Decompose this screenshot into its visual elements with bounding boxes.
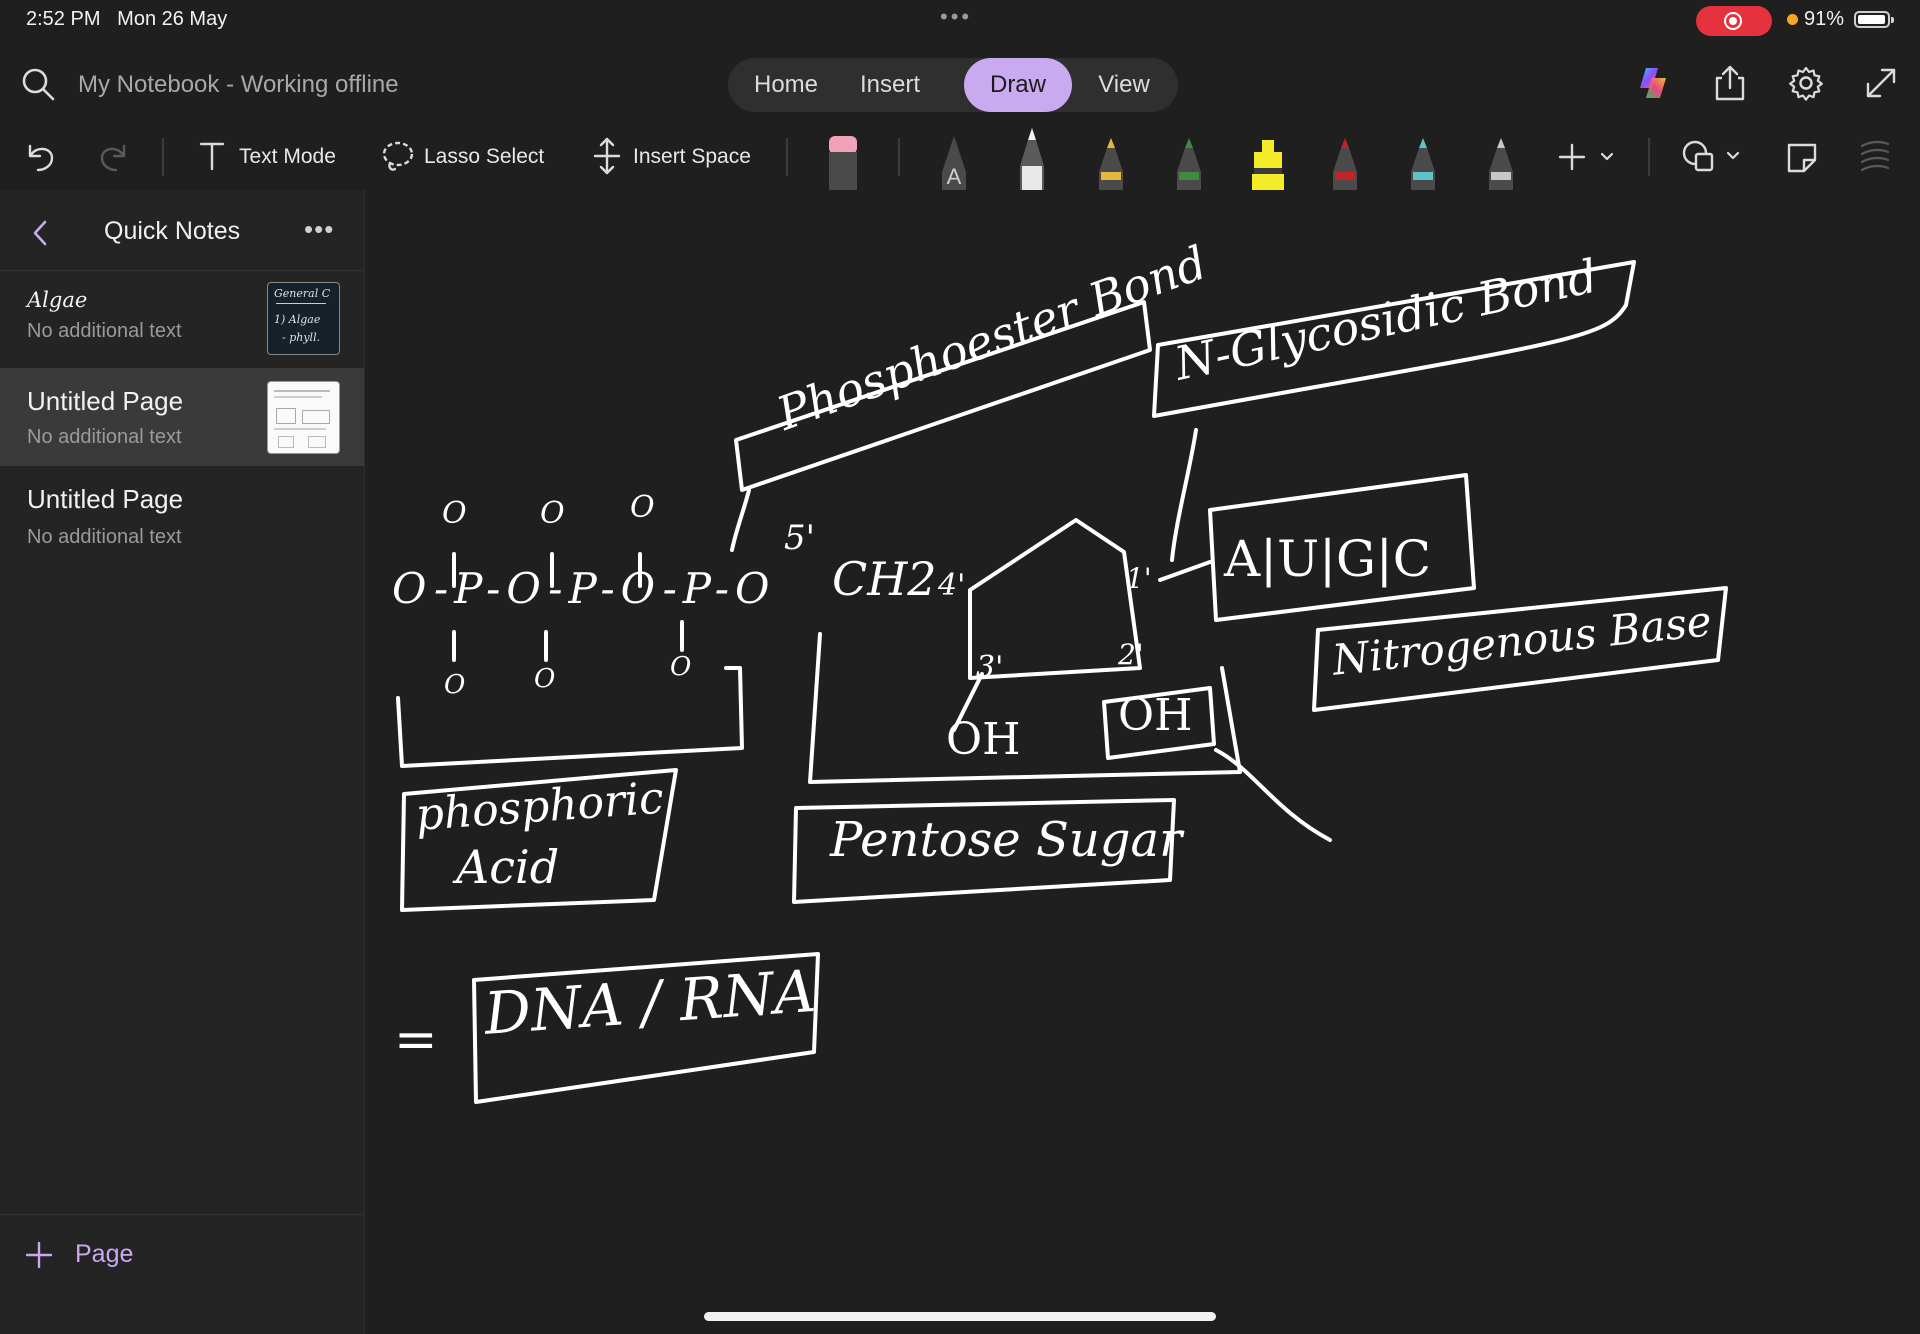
pen-red-icon[interactable] [1328, 136, 1362, 190]
status-time: 2:52 PM Mon 26 May [26, 8, 227, 31]
thumb-text: 1) Algae [274, 313, 321, 326]
highlighter-yellow-icon[interactable] [1248, 138, 1288, 190]
insert-space-button[interactable]: Insert Space [633, 145, 751, 169]
redo-icon[interactable] [96, 140, 132, 174]
ink-text-pentose: Pentose Sugar [830, 812, 1183, 868]
date: Mon 26 May [117, 8, 228, 30]
pen-white-icon[interactable] [1014, 126, 1050, 190]
ink-top-oxygen: O [630, 490, 655, 525]
back-chevron-icon[interactable] [30, 218, 50, 248]
drawing-canvas[interactable]: Phosphoester Bond N-Glycosidic Bond A|U|… [364, 190, 1920, 1334]
add-page-plus-icon[interactable] [24, 1240, 54, 1270]
ink-pointer [1170, 428, 1198, 562]
sticky-note-icon[interactable] [1784, 140, 1820, 176]
tab-home[interactable]: Home [736, 58, 836, 112]
divider [0, 1214, 364, 1215]
page-item-algae[interactable]: Algae No additional text General C 1) Al… [0, 270, 364, 368]
tab-view[interactable]: View [1074, 58, 1174, 112]
page-subtitle: No additional text [27, 526, 182, 548]
time: 2:52 PM [26, 8, 101, 30]
toolbar-separator [898, 138, 900, 176]
tab-draw[interactable]: Draw [964, 58, 1072, 112]
ink-top-oxygen: O [442, 496, 467, 531]
ink-oh-right: OH [1118, 690, 1193, 741]
section-title: Quick Notes [104, 217, 241, 245]
mic-indicator-icon [1787, 14, 1798, 25]
add-pen-icon[interactable] [1556, 142, 1618, 172]
svg-text:A: A [947, 164, 962, 189]
toolbar-separator [786, 138, 788, 176]
ink-bottom-oxygen: O [670, 652, 692, 682]
battery-icon [1854, 11, 1894, 28]
ink-text-acid: Acid [456, 840, 560, 894]
search-icon[interactable] [20, 66, 56, 102]
toolbar-separator [1648, 138, 1650, 176]
page-item-untitled-selected[interactable]: Untitled Page No additional text [0, 368, 364, 466]
pen-teal-icon[interactable] [1406, 136, 1440, 190]
undo-icon[interactable] [22, 140, 58, 174]
thumb-text: - phyll. [282, 331, 321, 344]
page-title: Algae [27, 288, 88, 312]
ink-bottom-oxygen: O [534, 664, 556, 694]
ink-two-prime: 2' [1118, 638, 1144, 671]
ink-line [1158, 560, 1212, 582]
pen-ink-to-text-icon[interactable]: A [936, 132, 972, 190]
pen-gold-icon[interactable] [1094, 136, 1128, 190]
ink-text-bases: A|U|G|C [1224, 530, 1431, 588]
screen-recording-icon[interactable] [1696, 6, 1772, 36]
ribbon-tabs: Home Insert Draw View [728, 58, 1178, 112]
page-item-untitled[interactable]: Untitled Page No additional text [0, 466, 364, 564]
ink-top-oxygen: O [540, 496, 565, 531]
share-icon[interactable] [1712, 64, 1748, 102]
toolbar-separator [162, 138, 164, 176]
page-title: Untitled Page [27, 484, 184, 514]
ink-one-prime: 1' [1126, 562, 1152, 595]
ink-pointer [730, 488, 751, 552]
text-mode-icon[interactable] [198, 140, 226, 172]
page-subtitle: No additional text [27, 320, 182, 342]
ink-three-prime: 3' [976, 650, 1004, 685]
ink-to-shape-icon[interactable] [1858, 138, 1892, 176]
notebook-title[interactable]: My Notebook - Working offline [78, 71, 399, 99]
home-indicator[interactable] [704, 1312, 1216, 1321]
settings-gear-icon[interactable] [1788, 65, 1824, 101]
battery-percent: 91% [1804, 8, 1845, 30]
ink-ch2: CH2 [832, 552, 937, 606]
page-subtitle: No additional text [27, 426, 182, 448]
ink-four-prime: 4' [938, 568, 966, 603]
page-thumbnail: General C 1) Algae - phyll. [267, 282, 340, 355]
ink-text-phosphate-chain: O-P-O-P-O-P-O [392, 564, 776, 613]
pen-green-icon[interactable] [1172, 136, 1206, 190]
ink-five-prime: 5' [784, 518, 815, 558]
insert-space-icon[interactable] [592, 136, 622, 176]
shapes-icon[interactable] [1680, 138, 1746, 174]
pen-silver-icon[interactable] [1484, 136, 1518, 190]
status-bar: 2:52 PM Mon 26 May ••• 91% [0, 0, 1920, 40]
lasso-select-icon[interactable] [380, 138, 416, 174]
ink-strokes [396, 260, 1728, 1104]
page-title: Untitled Page [27, 386, 184, 416]
fullscreen-expand-icon[interactable] [1864, 66, 1898, 100]
lasso-select-button[interactable]: Lasso Select [424, 145, 544, 169]
page-thumbnail [267, 381, 340, 454]
ink-equals: = [394, 1010, 438, 1070]
copilot-icon[interactable] [1636, 64, 1674, 102]
more-options-icon[interactable]: ••• [304, 214, 334, 245]
add-page-button[interactable]: Page [75, 1240, 133, 1269]
thumb-text: General C [274, 287, 331, 300]
ink-oh-left: OH [946, 714, 1021, 765]
tab-insert[interactable]: Insert [840, 58, 940, 112]
ink-curve [1214, 748, 1332, 842]
ink-bottom-oxygen: O [444, 670, 466, 700]
multitasking-dots-icon[interactable]: ••• [940, 4, 972, 30]
eraser-icon[interactable] [826, 134, 860, 190]
text-mode-button[interactable]: Text Mode [239, 145, 336, 169]
